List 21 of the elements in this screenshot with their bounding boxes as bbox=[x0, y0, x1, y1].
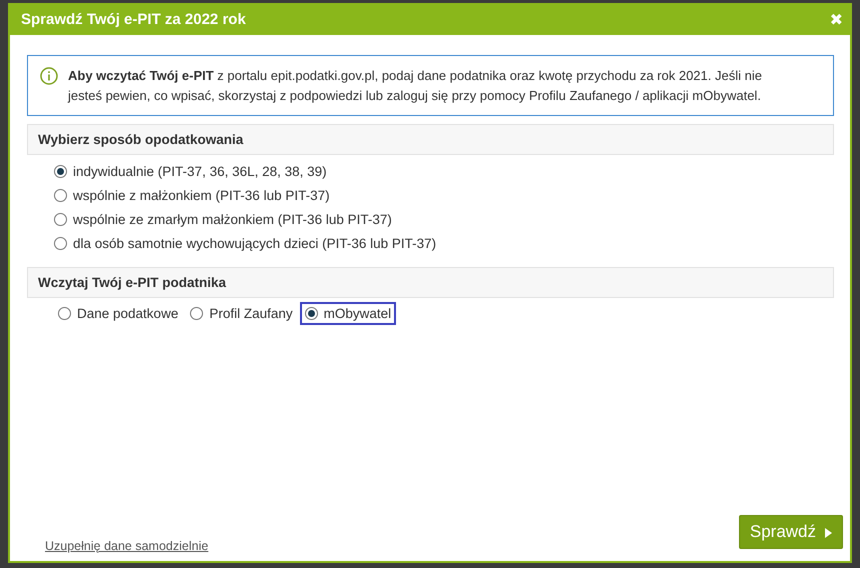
radio-button[interactable] bbox=[58, 307, 71, 320]
radio-button[interactable] bbox=[304, 307, 318, 320]
section-header: Wczytaj Twój e-PIT podatnika bbox=[27, 267, 834, 298]
radio-option[interactable]: dla osób samotnie wychowujących dzieci (PIT-36 lub PIT-37) bbox=[49, 232, 442, 255]
radio-button[interactable] bbox=[54, 165, 67, 178]
play-icon bbox=[825, 528, 832, 538]
radio-option[interactable]: wspólnie z małżonkiem (PIT-36 lub PIT-37) bbox=[49, 184, 335, 207]
dialog-title: Sprawdź Twój e-PIT za 2022 rok bbox=[21, 10, 246, 28]
radio-option[interactable]: indywidualnie (PIT-37, 36, 36L, 28, 38, 39) bbox=[49, 160, 332, 183]
radio-option[interactable]: Dane podatkowe bbox=[53, 302, 184, 325]
section-header: Wybierz sposób opodatkowania bbox=[27, 124, 834, 155]
radio-option[interactable]: mObywatel bbox=[300, 302, 396, 325]
radio-button[interactable] bbox=[190, 307, 204, 320]
fill-manually-link[interactable]: Uzupełnię dane samodzielnie bbox=[45, 539, 208, 553]
info-text: Aby wczytać Twój e-PIT z portalu epit.podatki.gov.pl, podaj dane podatnika oraz kwotę przychodu za rok 2021. Jeśli nie jesteś pewien, co wpisać, skorzystaj z podpowiedzi lub zaloguj się przy pomocy Profilu Zaufanego / aplikacji mObywatel. bbox=[68, 67, 763, 105]
radio-button[interactable] bbox=[54, 213, 67, 226]
radio-option[interactable]: Profil Zaufany bbox=[185, 302, 298, 325]
info-icon bbox=[40, 67, 58, 85]
radio-option[interactable]: wspólnie ze zmarłym małżonkiem (PIT-36 lub PIT-37) bbox=[49, 208, 397, 231]
radio-button[interactable] bbox=[54, 237, 67, 250]
radio-button[interactable] bbox=[54, 189, 67, 202]
